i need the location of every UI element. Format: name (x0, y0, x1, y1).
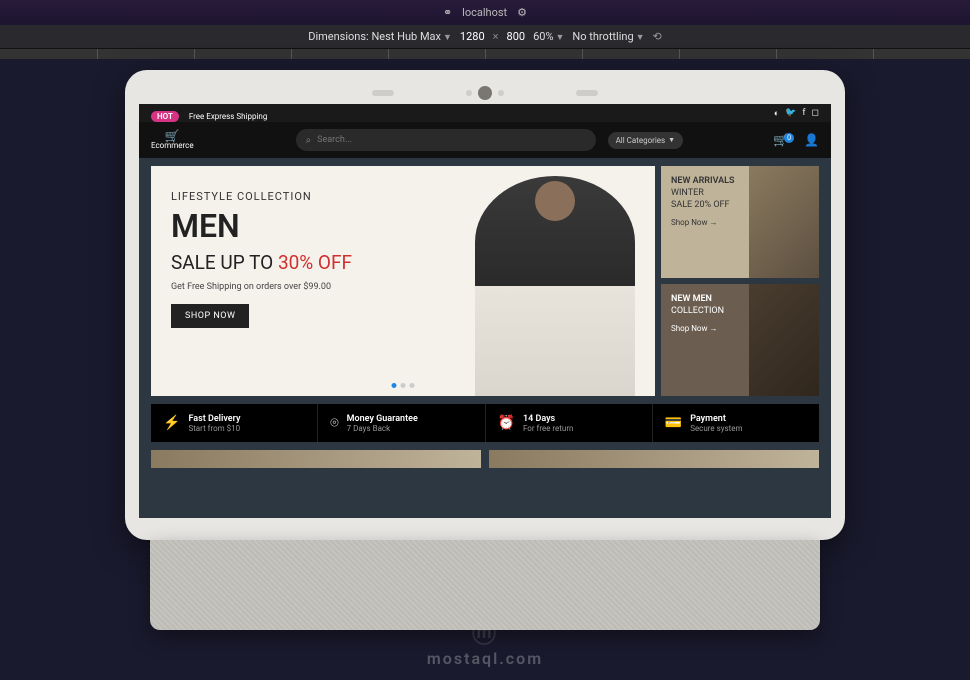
width-input[interactable]: 1280 (460, 30, 485, 43)
search-bar[interactable]: ⌕ (296, 129, 596, 151)
speaker-right (576, 90, 598, 96)
hero-banner: LIFESTYLE COLLECTION MEN SALE UP TO 30% … (151, 166, 655, 396)
pager-dot[interactable] (392, 383, 397, 388)
chevron-down-icon: ▼ (668, 136, 675, 144)
hero-image (475, 176, 635, 396)
moon-icon[interactable]: ◐ (774, 108, 779, 119)
rotate-icon[interactable]: ⟲ (653, 30, 662, 43)
height-input[interactable]: 800 (507, 30, 526, 43)
search-input[interactable] (317, 135, 585, 145)
bolt-icon: ⚡ (163, 415, 180, 431)
sale-percent: 30% OFF (278, 251, 352, 274)
pager-dot[interactable] (401, 383, 406, 388)
promo-image (749, 284, 819, 396)
sensor-dot (498, 90, 504, 96)
carousel-pager[interactable] (392, 383, 415, 388)
feature-return: ⏰ 14 DaysFor free return (486, 404, 653, 442)
feature-payment: 💳 PaymentSecure system (653, 404, 819, 442)
device-stand (150, 540, 820, 630)
device-frame: HOT Free Express Shipping ◐ 🐦 f ◻ 🛒 Ecom… (125, 70, 845, 540)
feature-delivery: ⚡ Fast DeliveryStart from $10 (151, 404, 318, 442)
user-icon[interactable]: 👤 (804, 133, 819, 147)
instagram-icon[interactable]: ◻ (812, 108, 819, 119)
promo-image (749, 166, 819, 278)
promo-card-arrivals[interactable]: NEW ARRIVALS WINTER SALE 20% OFF Shop No… (661, 166, 819, 278)
device-screen: HOT Free Express Shipping ◐ 🐦 f ◻ 🛒 Ecom… (139, 104, 831, 518)
search-icon: ⌕ (306, 135, 312, 146)
feature-guarantee: ⌾ Money Guarantee7 Days Back (318, 404, 485, 442)
ruler (0, 49, 970, 59)
times-separator: × (493, 30, 499, 43)
promo-link[interactable]: Shop Now → (671, 218, 717, 227)
facebook-icon[interactable]: f (802, 108, 805, 119)
sensor-dot (466, 90, 472, 96)
pager-dot[interactable] (410, 383, 415, 388)
hot-badge: HOT (151, 111, 179, 122)
twitter-icon[interactable]: 🐦 (785, 108, 796, 119)
throttling-select[interactable]: No throttling▼ (572, 30, 644, 43)
link-icon: ⚭ (443, 6, 452, 19)
announcement-bar: HOT Free Express Shipping ◐ 🐦 f ◻ (139, 104, 831, 122)
card-icon: 💳 (665, 415, 682, 431)
speaker-left (372, 90, 394, 96)
brand-logo[interactable]: 🛒 Ecommerce (151, 130, 194, 150)
settings-icon[interactable]: ⚙ (517, 6, 527, 19)
dimensions-select[interactable]: Dimensions: Nest Hub Max▼ (308, 30, 452, 43)
below-fold (139, 442, 831, 468)
promo-link[interactable]: Shop Now → (671, 324, 717, 333)
product-panel[interactable] (489, 450, 819, 468)
shipping-text: Free Express Shipping (189, 112, 268, 121)
clock-icon: ⏰ (498, 415, 515, 431)
features-row: ⚡ Fast DeliveryStart from $10 ⌾ Money Gu… (151, 404, 819, 442)
cart-count: 0 (784, 133, 794, 143)
main-navbar: 🛒 Ecommerce ⌕ All Categories ▼ 🛒0 👤 (139, 122, 831, 158)
badge-icon: ⌾ (330, 415, 338, 431)
devtools-device-toolbar: Dimensions: Nest Hub Max▼ 1280 × 800 60%… (0, 25, 970, 49)
browser-address-bar: ⚭ localhost ⚙ (0, 0, 970, 25)
cart-button[interactable]: 🛒0 (773, 133, 794, 147)
product-panel[interactable] (151, 450, 481, 468)
camera (478, 86, 492, 100)
category-select[interactable]: All Categories ▼ (608, 132, 684, 149)
zoom-select[interactable]: 60%▼ (533, 30, 564, 43)
shop-now-button[interactable]: SHOP NOW (171, 304, 249, 328)
host-label: localhost (462, 6, 507, 19)
promo-card-men[interactable]: NEW MEN COLLECTION Shop Now → (661, 284, 819, 396)
